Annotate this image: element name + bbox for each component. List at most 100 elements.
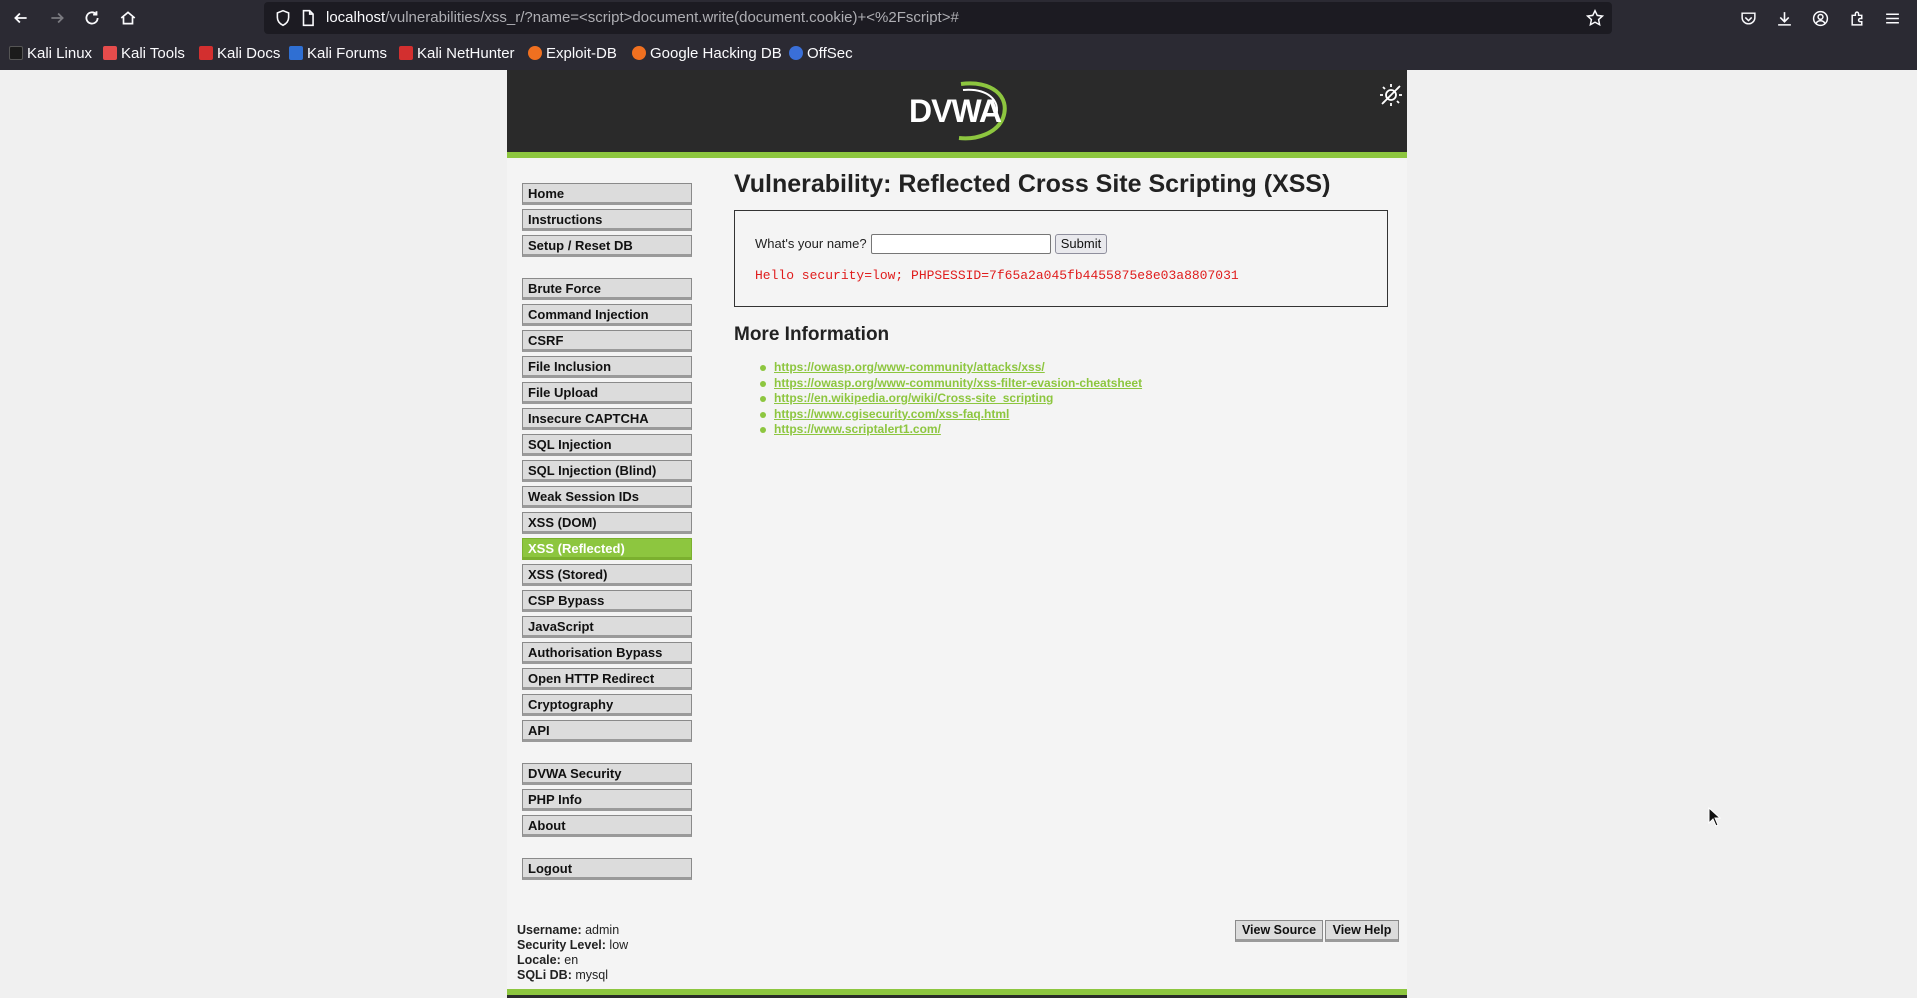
link-cgisecurity-faq[interactable]: https://www.cgisecurity.com/xss-faq.html	[774, 407, 1009, 421]
page-info-icon[interactable]	[299, 9, 317, 27]
xss-output-text: Hello security=low; PHPSESSID=7f65a2a045…	[755, 268, 1239, 283]
ghdb-icon	[632, 46, 646, 60]
kali-tools-icon	[103, 46, 117, 60]
list-item: https://www.scriptalert1.com/	[759, 422, 1142, 438]
link-owasp-filter-evasion[interactable]: https://owasp.org/www-community/xss-filt…	[774, 376, 1142, 390]
kali-dragon-icon	[9, 46, 23, 60]
bookmark-exploit-db[interactable]: Exploit-DB	[528, 36, 617, 70]
bookmark-label: Kali Forums	[307, 44, 388, 62]
menu-item-xss-reflected[interactable]: XSS (Reflected)	[522, 538, 692, 560]
menu-item-open-http-redirect[interactable]: Open HTTP Redirect	[522, 668, 692, 690]
bookmark-label: Kali Linux	[27, 44, 93, 62]
menu-item-sql-injection[interactable]: SQL Injection	[522, 434, 692, 456]
menu-item-php-info[interactable]: PHP Info	[522, 789, 692, 811]
menu-item-instructions[interactable]: Instructions	[522, 209, 692, 231]
security-level-value: low	[609, 938, 629, 952]
security-level-label: Security Level:	[517, 938, 606, 952]
link-owasp-xss[interactable]: https://owasp.org/www-community/attacks/…	[774, 360, 1045, 374]
url-path: /vulnerabilities/xss_r/?name=<script>doc…	[385, 9, 959, 26]
list-item: https://en.wikipedia.org/wiki/Cross-site…	[759, 391, 1142, 407]
page-viewport: DVWA Home Instructions Setup / Reset DB Bru…	[0, 70, 1917, 998]
reload-icon[interactable]	[80, 6, 104, 30]
theme-toggle-icon[interactable]	[1377, 81, 1405, 109]
bookmark-kali-tools[interactable]: Kali Tools	[103, 36, 185, 70]
user-info: Username: admin Security Level: low Loca…	[517, 923, 628, 983]
menu-item-brute-force[interactable]: Brute Force	[522, 278, 692, 300]
link-scriptalert1[interactable]: https://www.scriptalert1.com/	[774, 422, 941, 436]
username-row: Username: admin	[517, 923, 628, 938]
vulnerable-code-area: What's your name? Submit Hello security=…	[734, 210, 1388, 307]
menu-item-api[interactable]: API	[522, 720, 692, 742]
home-icon[interactable]	[116, 6, 140, 30]
bookmark-label: Google Hacking DB	[650, 44, 782, 62]
sqli-db-value: mysql	[575, 968, 608, 982]
menu-item-file-upload[interactable]: File Upload	[522, 382, 692, 404]
bookmark-kali-linux[interactable]: Kali Linux	[9, 36, 92, 70]
bookmark-label: Kali NetHunter	[417, 44, 515, 62]
sqli-db-label: SQLi DB:	[517, 968, 572, 982]
name-label: What's your name?	[755, 236, 867, 251]
menu-item-xss-stored[interactable]: XSS (Stored)	[522, 564, 692, 586]
menu-item-csp-bypass[interactable]: CSP Bypass	[522, 590, 692, 612]
extensions-icon[interactable]	[1845, 6, 1869, 30]
bookmark-offsec[interactable]: OffSec	[789, 36, 853, 70]
address-bar[interactable]: localhost/vulnerabilities/xss_r/?name=<s…	[264, 2, 1612, 34]
menu-item-command-injection[interactable]: Command Injection	[522, 304, 692, 326]
menu-icon[interactable]	[1880, 6, 1904, 30]
menu-item-dvwa-security[interactable]: DVWA Security	[522, 763, 692, 785]
name-input[interactable]	[871, 234, 1051, 254]
list-item: https://owasp.org/www-community/xss-filt…	[759, 376, 1142, 392]
locale-value: en	[564, 953, 579, 967]
account-icon[interactable]	[1808, 6, 1832, 30]
bookmark-kali-forums[interactable]: Kali Forums	[289, 36, 387, 70]
kali-forums-icon	[289, 46, 303, 60]
header-accent-bar	[507, 152, 1407, 158]
bookmark-label: OffSec	[807, 44, 853, 62]
dvwa-container: DVWA Home Instructions Setup / Reset DB Bru…	[507, 70, 1407, 998]
view-source-button[interactable]: View Source	[1235, 920, 1323, 942]
mouse-cursor-icon	[1708, 807, 1722, 827]
logo-text: DVWA	[909, 93, 1002, 129]
submit-button[interactable]: Submit	[1055, 234, 1107, 254]
dvwa-logo[interactable]: DVWA	[903, 78, 1015, 144]
menu-item-authorisation-bypass[interactable]: Authorisation Bypass	[522, 642, 692, 664]
shield-icon[interactable]	[274, 9, 292, 27]
menu-item-csrf[interactable]: CSRF	[522, 330, 692, 352]
page-title: Vulnerability: Reflected Cross Site Scri…	[734, 170, 1331, 198]
more-info-links: https://owasp.org/www-community/attacks/…	[759, 360, 1142, 438]
menu-item-about[interactable]: About	[522, 815, 692, 837]
username-label: Username:	[517, 923, 582, 937]
menu-item-insecure-captcha[interactable]: Insecure CAPTCHA	[522, 408, 692, 430]
menu-item-home[interactable]: Home	[522, 183, 692, 205]
menu-item-weak-session-ids[interactable]: Weak Session IDs	[522, 486, 692, 508]
bookmark-google-hacking-db[interactable]: Google Hacking DB	[632, 36, 782, 70]
security-level-row: Security Level: low	[517, 938, 628, 953]
sqli-db-row: SQLi DB: mysql	[517, 968, 628, 983]
locale-label: Locale:	[517, 953, 561, 967]
forward-icon[interactable]	[45, 6, 69, 30]
list-item: https://www.cgisecurity.com/xss-faq.html	[759, 407, 1142, 423]
menu-item-xss-dom[interactable]: XSS (DOM)	[522, 512, 692, 534]
url-text[interactable]: localhost/vulnerabilities/xss_r/?name=<s…	[326, 2, 959, 34]
bookmark-kali-docs[interactable]: Kali Docs	[199, 36, 280, 70]
menu-item-cryptography[interactable]: Cryptography	[522, 694, 692, 716]
menu-item-sql-injection-blind[interactable]: SQL Injection (Blind)	[522, 460, 692, 482]
bookmark-kali-nethunter[interactable]: Kali NetHunter	[399, 36, 515, 70]
menu-item-javascript[interactable]: JavaScript	[522, 616, 692, 638]
locale-row: Locale: en	[517, 953, 628, 968]
offsec-icon	[789, 46, 803, 60]
bookmark-label: Kali Docs	[217, 44, 281, 62]
menu-item-file-inclusion[interactable]: File Inclusion	[522, 356, 692, 378]
dvwa-header: DVWA	[507, 70, 1407, 152]
menu-item-setup-reset-db[interactable]: Setup / Reset DB	[522, 235, 692, 257]
menu-item-logout[interactable]: Logout	[522, 858, 692, 880]
list-item: https://owasp.org/www-community/attacks/…	[759, 360, 1142, 376]
kali-nethunter-icon	[399, 46, 413, 60]
downloads-icon[interactable]	[1772, 6, 1796, 30]
back-icon[interactable]	[9, 6, 33, 30]
pocket-icon[interactable]	[1736, 6, 1760, 30]
link-wikipedia-xss[interactable]: https://en.wikipedia.org/wiki/Cross-site…	[774, 391, 1053, 405]
view-help-button[interactable]: View Help	[1325, 920, 1399, 942]
bookmark-label: Exploit-DB	[546, 44, 617, 62]
bookmark-star-icon[interactable]	[1586, 9, 1604, 27]
